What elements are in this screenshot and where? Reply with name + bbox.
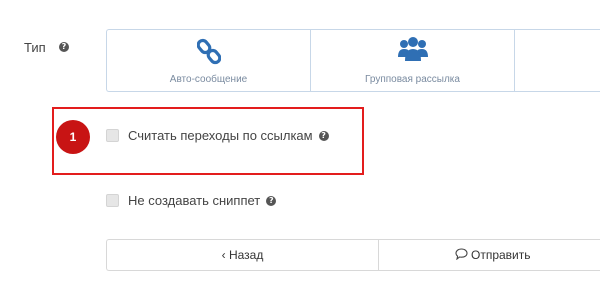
- send-button-label: Отправить: [471, 248, 531, 262]
- no-snippet-help-icon[interactable]: ?: [266, 195, 277, 206]
- no-snippet-checkbox[interactable]: [106, 194, 119, 207]
- no-snippet-label: Не создавать сниппет: [128, 193, 261, 208]
- back-button-label: ‹ Назад: [221, 248, 264, 262]
- type-option-label: Групповая рассылка: [365, 74, 460, 85]
- type-help-icon[interactable]: ?: [59, 42, 69, 52]
- type-option-auto-message[interactable]: Авто-сообщение: [107, 30, 311, 91]
- type-option-group-mailing[interactable]: Групповая рассылка: [311, 30, 515, 91]
- type-selector: Авто-сообщение Групповая рассылка: [106, 29, 600, 92]
- type-option-more[interactable]: [515, 30, 600, 91]
- step-badge: 1: [56, 120, 90, 154]
- link-icon: [196, 37, 221, 72]
- no-snippet-option: Не создавать сниппет ?: [106, 193, 277, 208]
- type-option-label: Авто-сообщение: [169, 74, 248, 85]
- send-button[interactable]: Отправить: [379, 240, 600, 270]
- type-label: Тип: [24, 40, 46, 55]
- track-clicks-checkbox[interactable]: [106, 129, 119, 142]
- action-buttons: ‹ Назад Отправить: [106, 239, 600, 271]
- back-button[interactable]: ‹ Назад: [107, 240, 379, 270]
- track-clicks-help-icon[interactable]: ?: [318, 130, 329, 141]
- track-clicks-option: Считать переходы по ссылкам ?: [106, 128, 329, 143]
- message-settings-panel: Тип ? Авто-сообщение Групповая рассылка …: [0, 0, 600, 306]
- track-clicks-label: Считать переходы по ссылкам: [128, 128, 313, 143]
- users-icon: [397, 37, 429, 68]
- chat-icon: [455, 247, 468, 263]
